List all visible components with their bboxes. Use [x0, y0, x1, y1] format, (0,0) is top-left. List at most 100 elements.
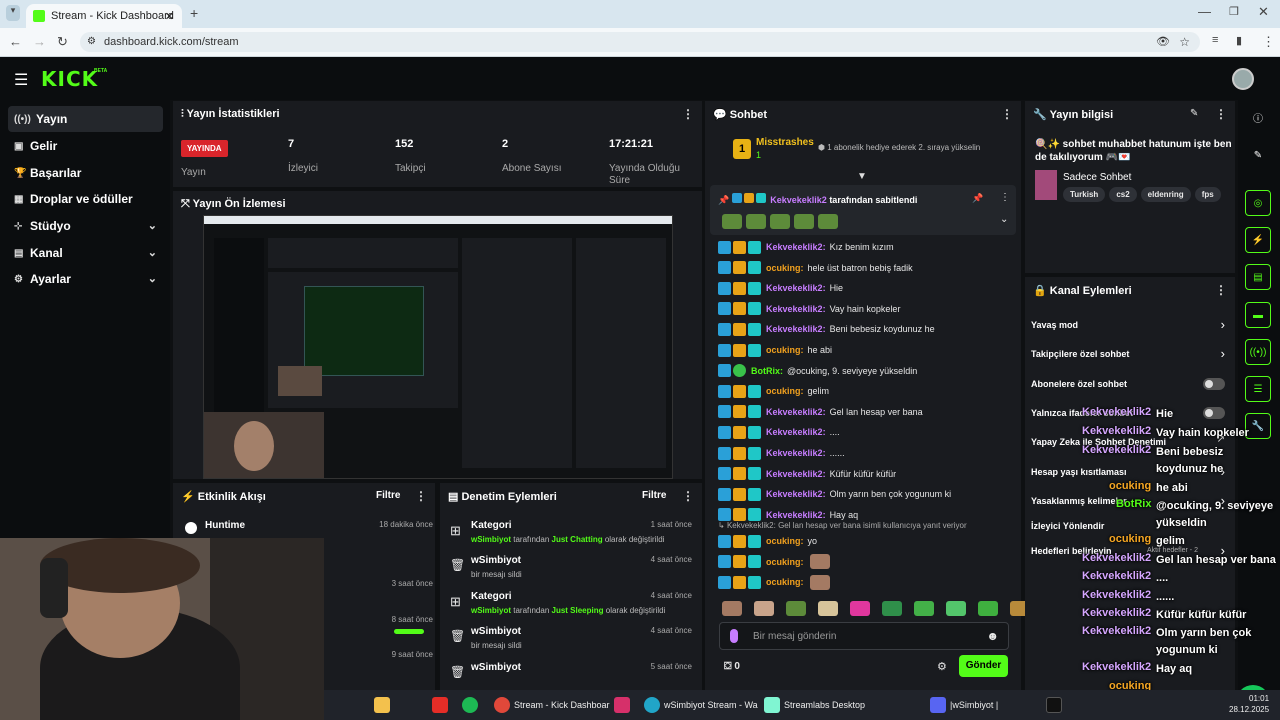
sidebar-item-studyo[interactable]: ⊹ Stüdyo ⌄ — [8, 213, 163, 239]
site-info-icon[interactable]: ⚙ — [87, 32, 96, 52]
chat-username[interactable]: BotRix — [751, 366, 783, 376]
pencil-icon[interactable]: ✎ — [1245, 142, 1271, 168]
back-icon[interactable]: ← — [9, 34, 22, 49]
close-tab-icon[interactable]: ✕ — [165, 10, 174, 23]
chat-message[interactable]: Kekvekeklik2Kız benim kızım — [718, 238, 894, 256]
tag[interactable]: Turkish — [1063, 187, 1106, 202]
taskbar-icon-tiktok[interactable] — [1046, 696, 1066, 714]
browser-menu-icon[interactable]: ⋮ — [1262, 34, 1275, 50]
emote-icon[interactable] — [914, 601, 934, 616]
emote-icon[interactable] — [882, 601, 902, 616]
send-button[interactable]: Gönder — [959, 655, 1008, 677]
forward-icon[interactable]: → — [33, 34, 46, 49]
microphone-icon[interactable] — [730, 629, 738, 643]
chat-message[interactable]: ocuking — [718, 553, 830, 571]
chat-bubble-icon[interactable]: ▬ — [1245, 302, 1271, 328]
chat-username[interactable]: Kekvekeklik2 — [766, 324, 826, 334]
chat-message[interactable]: Kekvekeklik2...... — [718, 444, 845, 462]
chat-message[interactable]: Kekvekeklik2Vay hain kopkeler — [718, 300, 900, 318]
more-options-icon[interactable]: ⋮ — [415, 489, 427, 503]
chat-settings-icon[interactable]: ⚙ — [937, 660, 947, 673]
kick-logo[interactable]: KICK — [41, 67, 98, 91]
document-icon[interactable]: ▤ — [1245, 264, 1271, 290]
url-field[interactable]: ⚙ dashboard.kick.com/stream 👁 ☆ — [80, 32, 1200, 52]
sidebar-item-droplar[interactable]: ▦ Droplar ve ödüller — [8, 186, 163, 212]
chat-username[interactable]: Kekvekeklik2 — [766, 510, 826, 520]
emote-icon[interactable] — [722, 601, 742, 616]
taskbar-app-kick[interactable]: Stream - Kick Dashboar — [494, 696, 610, 714]
emote-icon[interactable] — [754, 601, 774, 616]
emote-icon[interactable] — [786, 601, 806, 616]
category-name[interactable]: Sadece Sohbet — [1063, 172, 1131, 183]
chat-username[interactable]: ocuking — [766, 557, 804, 567]
sidebar-item-gelir[interactable]: ▣ Gelir — [8, 133, 163, 159]
media-icon[interactable]: ≡ — [1212, 34, 1218, 46]
chat-input[interactable]: Bir mesaj gönderin ☻ — [719, 622, 1009, 650]
new-tab-button[interactable]: + — [190, 5, 198, 21]
activity-filter-button[interactable]: Filtre — [376, 490, 400, 501]
browser-tab-kick[interactable]: Stream - Kick Dashboard ✕ — [26, 4, 182, 28]
taskbar-icon-instagram[interactable] — [614, 696, 634, 714]
chat-username[interactable]: ocuking — [766, 386, 804, 396]
sidebar-item-kanal[interactable]: ▤ Kanal ⌄ — [8, 240, 163, 266]
action-subs-only[interactable]: Abonelere özel sohbet — [1031, 379, 1221, 389]
chat-username[interactable]: Kekvekeklik2 — [766, 283, 826, 293]
more-options-icon[interactable]: ⋮ — [682, 107, 694, 121]
emote-icon[interactable] — [818, 601, 838, 616]
more-options-icon[interactable]: ⋮ — [1215, 107, 1227, 121]
emoji-icon[interactable]: ☻ — [986, 629, 999, 643]
chat-message[interactable]: Kekvekeklik2Gel lan hesap ver bana — [718, 403, 923, 421]
collapse-icon[interactable]: ▼ — [857, 171, 867, 182]
pin-icon[interactable]: 📌 — [972, 193, 983, 204]
action-followers-only[interactable]: Takipçilere özel sohbet — [1031, 349, 1221, 359]
chat-username[interactable]: Kekvekeklik2 — [766, 469, 826, 479]
chat-username[interactable]: ocuking — [766, 577, 804, 587]
minimize-icon[interactable]: — — [1198, 4, 1211, 19]
emotes-only-toggle[interactable] — [1203, 407, 1225, 419]
maximize-icon[interactable]: ❐ — [1229, 5, 1239, 18]
chat-username[interactable]: Kekvekeklik2 — [766, 427, 826, 437]
broadcast-icon[interactable]: ((•)) — [1245, 339, 1271, 365]
extension-icon[interactable]: ▮ — [1236, 34, 1242, 47]
preview-video[interactable] — [203, 215, 673, 479]
chat-message[interactable]: ocukinggelim — [718, 382, 829, 400]
more-options-icon[interactable]: ⋮ — [682, 489, 694, 503]
edit-pencil-icon[interactable]: ✎ — [1190, 108, 1198, 119]
emote-icon[interactable] — [946, 601, 966, 616]
clock[interactable]: 01:01 28.12.2025 — [1229, 693, 1269, 714]
chat-message[interactable]: ocukingyo — [718, 532, 817, 550]
chat-message[interactable]: ocukinghe abi — [718, 341, 832, 359]
sidebar-item-yayin[interactable]: ((•)) Yayın — [8, 106, 163, 132]
info-icon[interactable]: ⓘ — [1245, 104, 1271, 130]
chat-username[interactable]: Kekvekeklik2 — [766, 242, 826, 252]
taskbar-icon-spotify[interactable] — [462, 696, 482, 714]
chat-message[interactable]: Kekvekeklik2.... — [718, 423, 840, 441]
taskbar-app-streamlabs[interactable]: Streamlabs Desktop — [764, 696, 865, 714]
chat-username[interactable]: ocuking — [766, 345, 804, 355]
chat-message[interactable]: BotRix @ocuking, 9. seviyeye yükseldin — [718, 362, 917, 380]
chat-message[interactable]: Kekvekeklik2Beni bebesiz koydunuz he — [718, 320, 935, 338]
tag[interactable]: cs2 — [1109, 187, 1137, 202]
chat-username[interactable]: ocuking — [766, 263, 804, 273]
lightning-icon[interactable]: ⚡ — [1245, 227, 1271, 253]
more-options-icon[interactable]: ⋮ — [1001, 107, 1013, 121]
chat-username[interactable]: Kekvekeklik2 — [766, 407, 826, 417]
subs-only-toggle[interactable] — [1203, 378, 1225, 390]
emote-icon[interactable] — [978, 601, 998, 616]
target-icon[interactable]: ◎ — [1245, 190, 1271, 216]
chevron-down-icon[interactable]: ⌄ — [1000, 214, 1008, 225]
taskbar-app-edge[interactable]: wSimbiyot Stream - Wa — [644, 696, 758, 714]
list-icon[interactable]: ☰ — [1245, 376, 1271, 402]
points-counter[interactable]: ⛋ 0 — [724, 661, 740, 672]
top-gifter-name[interactable]: Misstrashes — [756, 137, 814, 148]
chat-message[interactable]: ocukinghele üst batron bebiş fadik — [718, 259, 913, 277]
avatar[interactable] — [1232, 68, 1254, 90]
reload-icon[interactable]: ↻ — [57, 34, 68, 50]
moderation-filter-button[interactable]: Filtre — [642, 490, 666, 501]
chat-username[interactable]: Kekvekeklik2 — [766, 304, 826, 314]
chevron-right-icon[interactable]: › — [1221, 317, 1225, 332]
more-options-icon[interactable]: ⋮ — [1215, 283, 1227, 297]
taskbar-app-discord[interactable]: |wSimbiyot | — [930, 696, 998, 714]
tag[interactable]: fps — [1194, 187, 1221, 202]
more-options-icon[interactable]: ⋮ — [1000, 192, 1010, 203]
